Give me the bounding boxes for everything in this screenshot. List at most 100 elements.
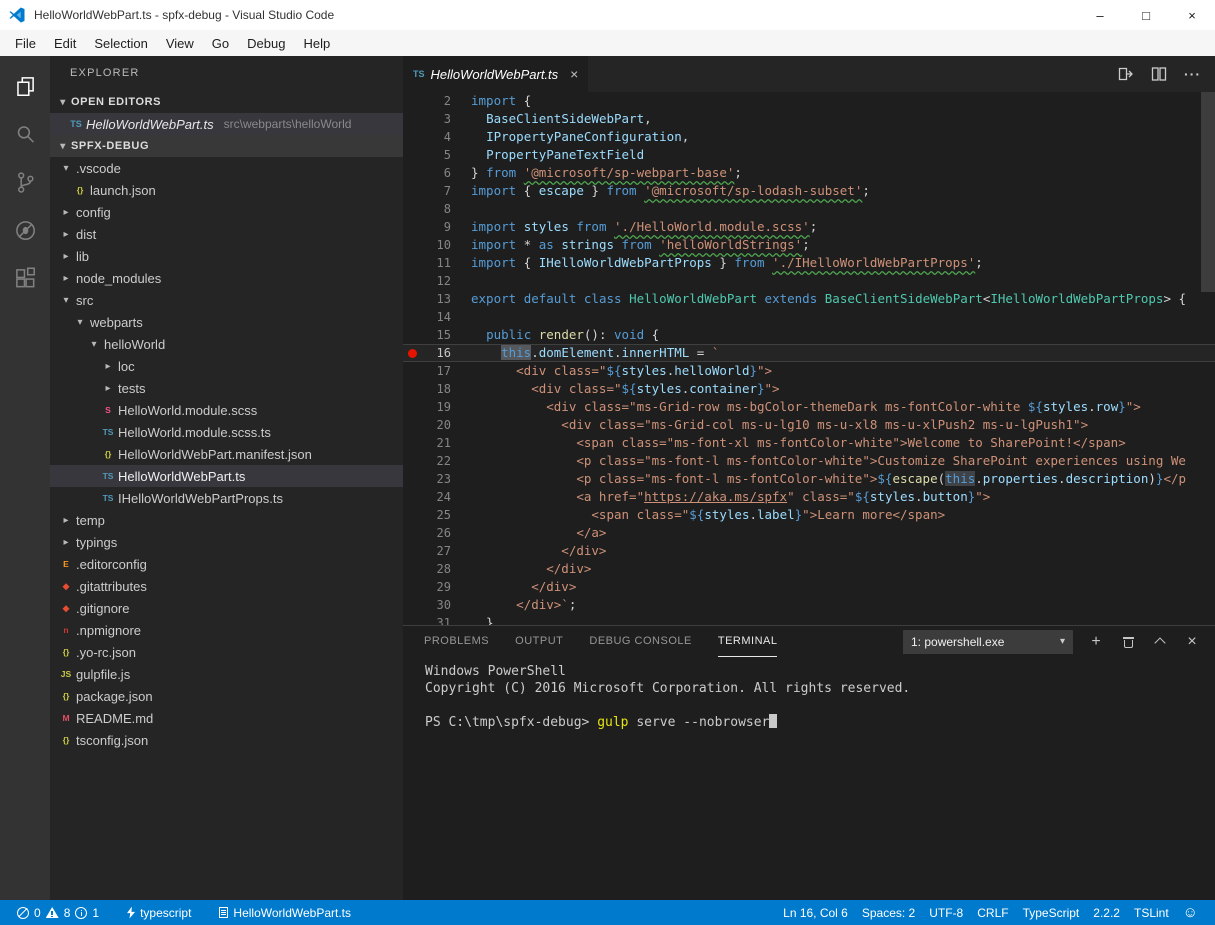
open-editors-header[interactable]: ▾ OPEN EDITORS [50,91,403,113]
terminal-output[interactable]: Windows PowerShellCopyright (C) 2016 Mic… [403,657,1215,900]
code-line[interactable]: 16 this.domElement.innerHTML = ` [403,344,1215,362]
explorer-tree-item[interactable]: E.editorconfig [50,553,403,575]
code-line[interactable]: 14 [403,308,1215,326]
explorer-tree-item[interactable]: n.npmignore [50,619,403,641]
line-number[interactable]: 30 [423,596,451,614]
line-number[interactable]: 5 [423,146,451,164]
code-line[interactable]: 21 <span class="ms-font-xl ms-fontColor-… [403,434,1215,452]
glyph-margin[interactable] [403,308,423,326]
line-number[interactable]: 13 [423,290,451,308]
panel-tab-terminal[interactable]: TERMINAL [718,626,778,657]
line-number[interactable]: 10 [423,236,451,254]
code-line[interactable]: 9import styles from './HelloWorld.module… [403,218,1215,236]
split-editor-icon[interactable] [1150,65,1168,83]
typescript-build-status[interactable]: typescript [120,906,198,920]
glyph-margin[interactable] [403,236,423,254]
tab-helloworldwebpart-ts[interactable]: TS HelloWorldWebPart.ts × [403,56,588,92]
code-line[interactable]: 23 <p class="ms-font-l ms-fontColor-whit… [403,470,1215,488]
explorer-tree-item[interactable]: ▸typings [50,531,403,553]
explorer-tree-item[interactable]: {}HelloWorldWebPart.manifest.json [50,443,403,465]
code-line[interactable]: 18 <div class="${styles.container}"> [403,380,1215,398]
glyph-margin[interactable] [403,614,423,625]
code-line[interactable]: 30 </div>`; [403,596,1215,614]
line-number[interactable]: 21 [423,434,451,452]
explorer-tree-item[interactable]: SHelloWorld.module.scss [50,399,403,421]
line-number[interactable]: 11 [423,254,451,272]
glyph-margin[interactable] [403,488,423,506]
problems-indicator[interactable]: 0 8 1 [10,906,106,920]
line-number[interactable]: 27 [423,542,451,560]
code-line[interactable]: 7import { escape } from '@microsoft/sp-l… [403,182,1215,200]
menu-help[interactable]: Help [294,30,339,56]
glyph-margin[interactable] [403,200,423,218]
code-line[interactable]: 10import * as strings from 'helloWorldSt… [403,236,1215,254]
activity-search[interactable] [0,110,50,158]
explorer-tree-item[interactable]: TSHelloWorld.module.scss.ts [50,421,403,443]
glyph-margin[interactable] [403,434,423,452]
line-number[interactable]: 2 [423,92,451,110]
activity-explorer[interactable] [0,62,50,110]
eol[interactable]: CRLF [970,906,1015,920]
line-number[interactable]: 17 [423,362,451,380]
glyph-margin[interactable] [403,452,423,470]
code-line[interactable]: 4 IPropertyPaneConfiguration, [403,128,1215,146]
glyph-margin[interactable] [403,506,423,524]
line-number[interactable]: 19 [423,398,451,416]
breakpoint-icon[interactable] [403,344,423,362]
code-line[interactable]: 11import { IHelloWorldWebPartProps } fro… [403,254,1215,272]
glyph-margin[interactable] [403,578,423,596]
editor-scrollbar[interactable] [1201,92,1215,292]
glyph-margin[interactable] [403,542,423,560]
menu-file[interactable]: File [6,30,45,56]
explorer-tree-item[interactable]: ▸node_modules [50,267,403,289]
explorer-tree-item[interactable]: {}launch.json [50,179,403,201]
code-line[interactable]: 20 <div class="ms-Grid-col ms-u-lg10 ms-… [403,416,1215,434]
explorer-tree-item[interactable]: TSIHelloWorldWebPartProps.ts [50,487,403,509]
encoding[interactable]: UTF-8 [922,906,970,920]
feedback-smiley[interactable]: ☺ [1176,904,1205,921]
glyph-margin[interactable] [403,524,423,542]
explorer-tree-item[interactable]: ▸tests [50,377,403,399]
line-number[interactable]: 23 [423,470,451,488]
explorer-tree-item[interactable]: {}.yo-rc.json [50,641,403,663]
explorer-tree-item[interactable]: MREADME.md [50,707,403,729]
glyph-margin[interactable] [403,272,423,290]
line-number[interactable]: 26 [423,524,451,542]
explorer-tree-item[interactable]: ▾webparts [50,311,403,333]
code-line[interactable]: 2import { [403,92,1215,110]
glyph-margin[interactable] [403,290,423,308]
close-panel-button[interactable]: × [1183,633,1201,651]
panel-tab-problems[interactable]: PROBLEMS [424,626,489,657]
code-line[interactable]: 22 <p class="ms-font-l ms-fontColor-whit… [403,452,1215,470]
glyph-margin[interactable] [403,254,423,272]
kill-terminal-button[interactable] [1119,633,1137,651]
explorer-tree-item[interactable]: ▸config [50,201,403,223]
line-number[interactable]: 3 [423,110,451,128]
minimize-button[interactable]: – [1077,0,1123,30]
line-number[interactable]: 28 [423,560,451,578]
line-number[interactable]: 6 [423,164,451,182]
menu-go[interactable]: Go [203,30,238,56]
glyph-margin[interactable] [403,182,423,200]
line-number[interactable]: 7 [423,182,451,200]
line-number[interactable]: 25 [423,506,451,524]
glyph-margin[interactable] [403,470,423,488]
code-line[interactable]: 17 <div class="${styles.helloWorld}"> [403,362,1215,380]
line-number[interactable]: 9 [423,218,451,236]
explorer-tree-item[interactable]: ◆.gitattributes [50,575,403,597]
glyph-margin[interactable] [403,398,423,416]
glyph-margin[interactable] [403,380,423,398]
maximize-button[interactable]: □ [1123,0,1169,30]
glyph-margin[interactable] [403,128,423,146]
explorer-tree-item[interactable]: ▾.vscode [50,157,403,179]
glyph-margin[interactable] [403,416,423,434]
indentation[interactable]: Spaces: 2 [855,906,922,920]
explorer-tree-item[interactable]: ◆.gitignore [50,597,403,619]
line-number[interactable]: 16 [423,344,451,362]
explorer-tree-item[interactable]: ▸dist [50,223,403,245]
glyph-margin[interactable] [403,362,423,380]
explorer-tree-item[interactable]: {}tsconfig.json [50,729,403,751]
panel-tab-output[interactable]: OUTPUT [515,626,563,657]
code-line[interactable]: 12 [403,272,1215,290]
code-line[interactable]: 15 public render(): void { [403,326,1215,344]
